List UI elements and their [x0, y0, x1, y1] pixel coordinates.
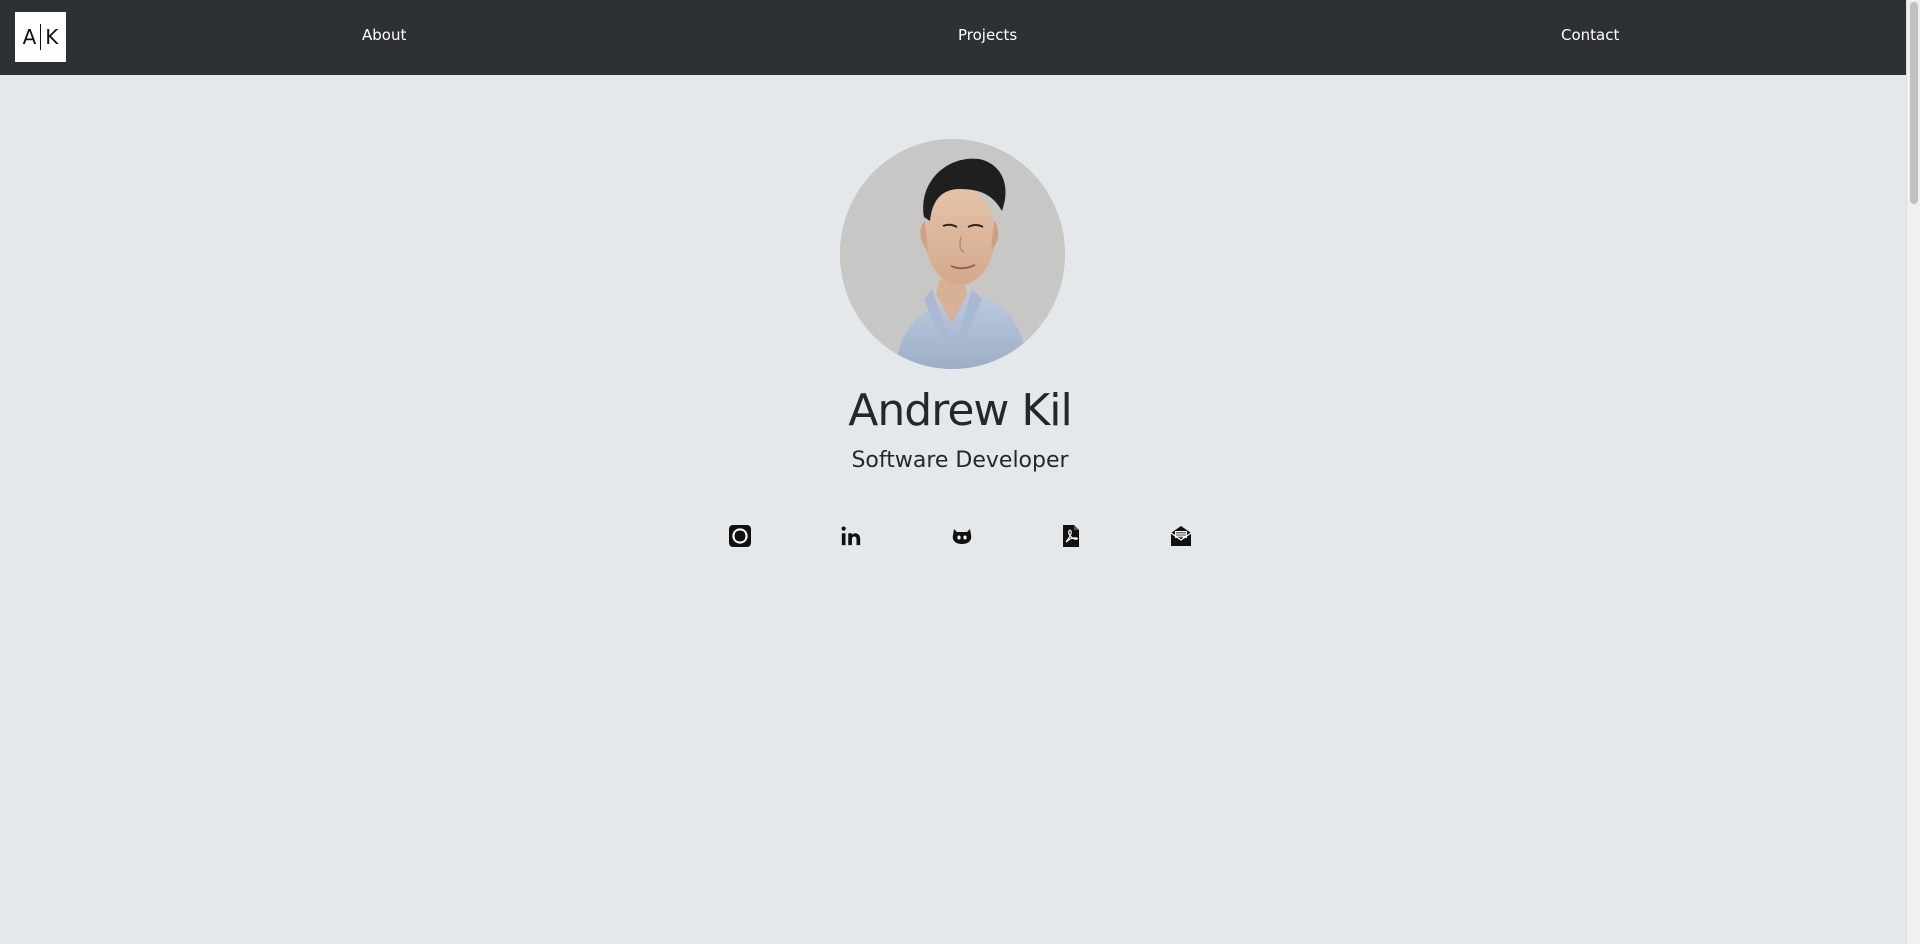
linkedin-icon-svg [841, 526, 861, 546]
profile-title: Software Developer [851, 448, 1069, 473]
github-icon[interactable] [949, 523, 975, 549]
email-icon-svg [1170, 526, 1192, 546]
profile-name: Andrew Kil [848, 385, 1072, 436]
profile-photo [840, 139, 1065, 369]
codepen-swirl-icon[interactable] [727, 523, 753, 549]
top-navbar: A K About Projects Contact [0, 0, 1906, 75]
nav-about-link[interactable]: About [362, 26, 406, 44]
email-icon[interactable] [1168, 523, 1194, 549]
pdf-resume-icon-svg [1063, 525, 1079, 547]
pdf-resume-icon[interactable] [1058, 523, 1084, 549]
vertical-scrollbar[interactable] [1906, 0, 1920, 944]
nav-contact-link[interactable]: Contact [1561, 26, 1619, 44]
logo-right-letter: K [45, 25, 59, 49]
nav-projects-link[interactable]: Projects [958, 26, 1017, 44]
github-icon-svg [952, 529, 972, 544]
codepen-swirl-icon-svg [729, 525, 751, 547]
profile-photo-illustration [840, 139, 1065, 369]
logo[interactable]: A K [15, 12, 66, 62]
logo-divider [40, 24, 42, 50]
logo-left-letter: A [22, 25, 37, 49]
scrollbar-thumb[interactable] [1910, 2, 1918, 204]
page: A K About Projects Contact Andrew Kil So… [0, 0, 1920, 944]
linkedin-icon[interactable] [838, 523, 864, 549]
main-content: Andrew Kil Software Developer [0, 75, 1906, 944]
